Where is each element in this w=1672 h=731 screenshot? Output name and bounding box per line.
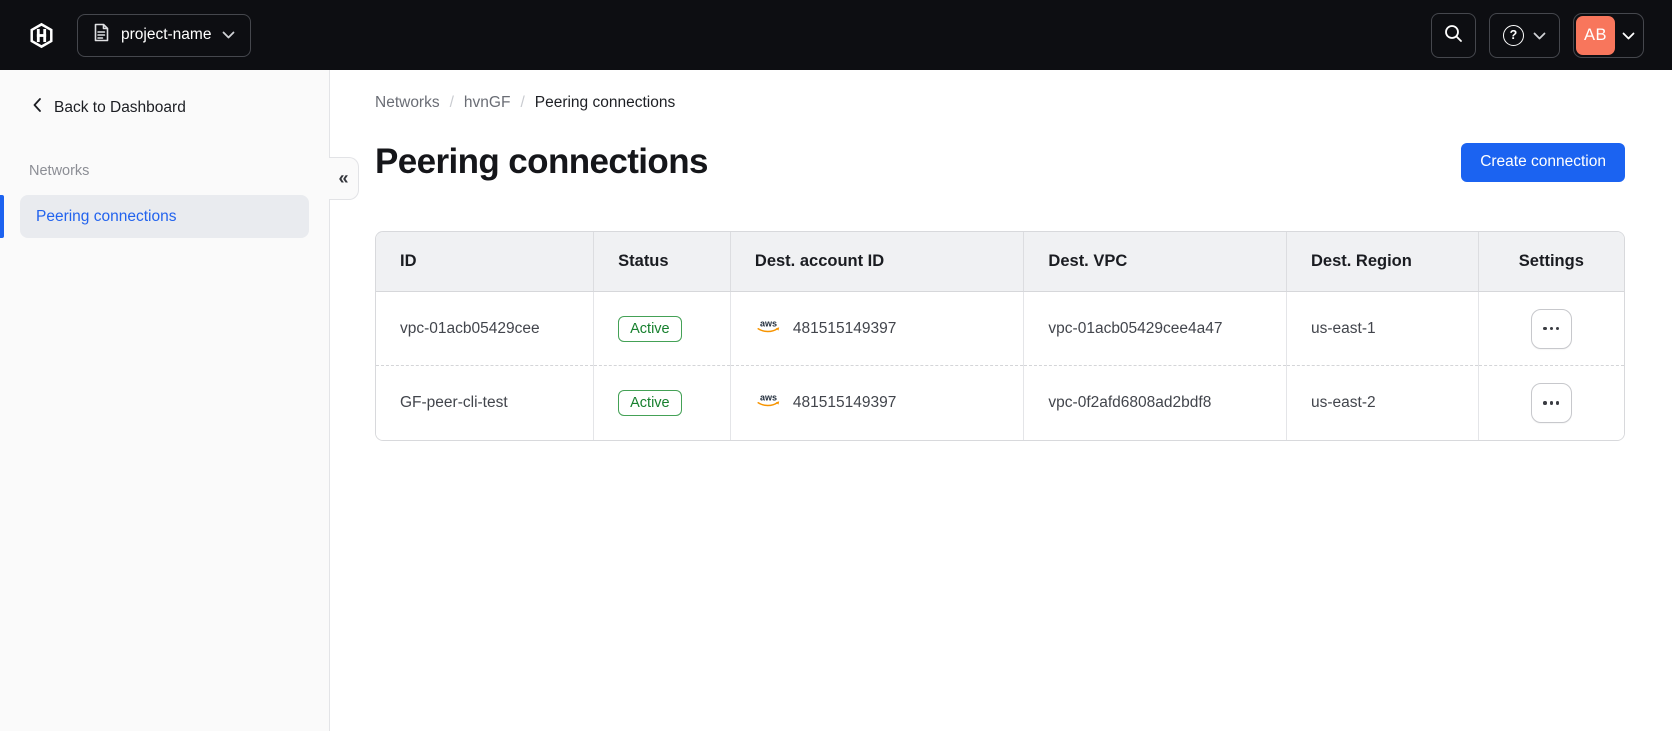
column-header-settings: Settings [1478,232,1624,292]
page-title: Peering connections [375,142,708,181]
ellipsis-icon [1543,400,1560,405]
create-connection-button[interactable]: Create connection [1461,142,1625,182]
row-actions-button[interactable] [1530,308,1572,349]
top-navbar: project-name ? AB [0,0,1672,70]
app-body: Back to Dashboard Networks Peering conne… [0,70,1672,731]
cell-dest-account: aws 481515149397 [755,318,1000,339]
column-header-dest-vpc: Dest. VPC [1023,232,1287,292]
account-id-value: 481515149397 [792,319,897,337]
cell-dest-vpc: vpc-01acb05429cee4a47 [1023,291,1287,366]
sidebar-item-peering-connections[interactable]: Peering connections [20,195,309,238]
user-menu-button[interactable]: AB [1573,12,1644,58]
column-header-status: Status [593,232,731,292]
column-header-dest-account-id: Dest. account ID [730,232,1025,292]
account-id-value: 481515149397 [792,393,897,411]
breadcrumb-item-hvngf[interactable]: hvnGF [464,94,511,112]
main-content: Networks / hvnGF / Peering connections P… [330,70,1672,731]
ellipsis-icon [1543,326,1560,331]
chevron-down-icon [222,26,235,44]
table-row: GF-peer-cli-test Active aws 481515149397… [376,365,1624,440]
page-header: Peering connections Create connection [375,142,1625,182]
chevron-left-icon [33,98,41,117]
document-icon [93,23,110,47]
back-label: Back to Dashboard [54,98,186,116]
help-menu-button[interactable]: ? [1489,12,1560,58]
project-name-label: project-name [121,26,212,43]
back-to-dashboard-link[interactable]: Back to Dashboard [0,70,329,117]
peering-connections-table: ID Status Dest. account ID Dest. VPC Des… [375,231,1625,441]
collapse-icon: « [338,168,349,188]
row-actions-button[interactable] [1530,382,1572,423]
project-switcher-button[interactable]: project-name [77,13,252,57]
active-indicator [0,195,4,238]
cell-id: GF-peer-cli-test [376,365,595,440]
table-row: vpc-01acb05429cee Active aws 48151514939… [376,291,1624,366]
cell-id: vpc-01acb05429cee [376,291,595,366]
column-header-dest-region: Dest. Region [1286,232,1479,292]
sidebar: Back to Dashboard Networks Peering conne… [0,70,330,731]
breadcrumb-item-current: Peering connections [534,94,676,111]
table-header-row: ID Status Dest. account ID Dest. VPC Des… [376,232,1624,292]
breadcrumb-separator: / [449,94,454,111]
cell-dest-region: us-east-2 [1286,365,1479,440]
chevron-down-icon [1533,28,1546,43]
aws-icon: aws [755,392,782,413]
cell-dest-account: aws 481515149397 [755,392,1000,413]
hashicorp-logo-icon [28,22,55,49]
status-badge: Active [618,389,682,416]
cell-dest-region: us-east-1 [1286,291,1479,366]
sidebar-item-label: Peering connections [36,207,177,225]
aws-icon-label: aws [760,393,777,403]
collapse-sidebar-button[interactable]: « [329,157,359,200]
aws-icon-label: aws [760,319,777,329]
status-badge: Active [618,315,682,342]
avatar: AB [1576,15,1615,55]
aws-icon: aws [755,318,782,339]
sidebar-section-label: Networks [29,163,90,179]
help-icon: ? [1503,24,1524,46]
column-header-id: ID [376,232,595,292]
navbar-right-cluster: ? AB [1431,12,1644,58]
chevron-down-icon [1622,28,1635,43]
search-button[interactable] [1431,12,1476,58]
cell-dest-vpc: vpc-0f2afd6808ad2bdf8 [1023,365,1287,440]
search-icon [1444,24,1463,46]
breadcrumb-item-networks[interactable]: Networks [375,94,440,112]
breadcrumb: Networks / hvnGF / Peering connections [375,94,1625,112]
sidebar-nav: Peering connections [0,195,329,238]
breadcrumb-separator: / [520,94,525,111]
